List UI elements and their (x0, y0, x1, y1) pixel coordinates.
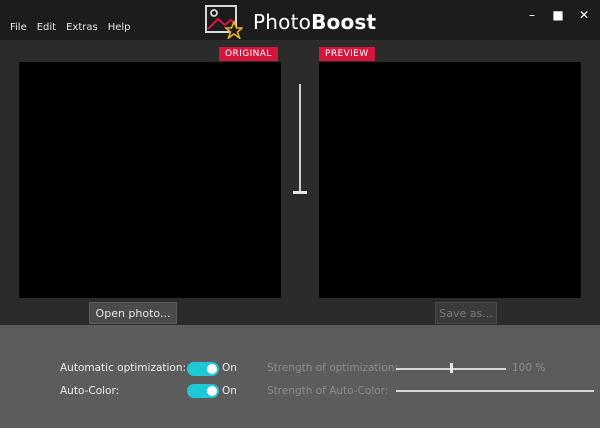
app-name: PhotoBoost (253, 10, 376, 34)
strength-auto-color-label: Strength of Auto-Color: (267, 385, 389, 397)
app-name-light: Photo (253, 10, 312, 34)
settings-panel: Automatic optimization: On Auto-Color: O… (0, 325, 600, 428)
menu-extras[interactable]: Extras (66, 22, 98, 33)
toggle-knob (207, 386, 217, 396)
preview-panel[interactable] (319, 62, 581, 298)
save-as-button[interactable]: Save as... (435, 302, 497, 324)
original-panel[interactable] (19, 62, 281, 298)
compare-slider-thumb[interactable] (293, 191, 307, 194)
strength-optimization-thumb[interactable] (450, 363, 453, 373)
compare-slider[interactable] (293, 84, 307, 196)
strength-optimization-label: Strength of optimization: (267, 362, 399, 374)
preview-tag: PREVIEW (319, 47, 375, 61)
app-brand: PhotoBoost (205, 5, 376, 39)
menu-edit[interactable]: Edit (37, 22, 56, 33)
strength-optimization-value: 100 % (512, 362, 546, 374)
auto-color-state: On (222, 385, 237, 397)
strength-auto-color-slider[interactable] (396, 390, 594, 392)
title-bar: File Edit Extras Help PhotoBoost – ■ ✕ (0, 0, 600, 40)
auto-optimization-state: On (222, 362, 237, 374)
auto-optimization-toggle[interactable] (187, 362, 219, 376)
image-viewer: ORIGINAL PREVIEW Open photo... Save as..… (0, 40, 600, 325)
menu-file[interactable]: File (10, 22, 27, 33)
close-icon[interactable]: ✕ (578, 8, 590, 22)
minimize-icon[interactable]: – (526, 8, 538, 22)
auto-color-toggle[interactable] (187, 384, 219, 398)
app-name-bold: Boost (311, 10, 377, 34)
photoboost-window: File Edit Extras Help PhotoBoost – ■ ✕ O… (0, 0, 600, 428)
photo-star-logo-icon (205, 5, 243, 39)
original-tag: ORIGINAL (219, 47, 278, 61)
menu-bar: File Edit Extras Help (10, 22, 131, 33)
auto-color-label: Auto-Color: (60, 385, 120, 397)
menu-help[interactable]: Help (108, 22, 131, 33)
open-photo-button[interactable]: Open photo... (89, 302, 177, 324)
compare-slider-track[interactable] (299, 84, 301, 194)
window-controls: – ■ ✕ (526, 8, 590, 22)
maximize-icon[interactable]: ■ (552, 8, 564, 22)
auto-optimization-label: Automatic optimization: (60, 362, 187, 374)
toggle-knob (207, 364, 217, 374)
